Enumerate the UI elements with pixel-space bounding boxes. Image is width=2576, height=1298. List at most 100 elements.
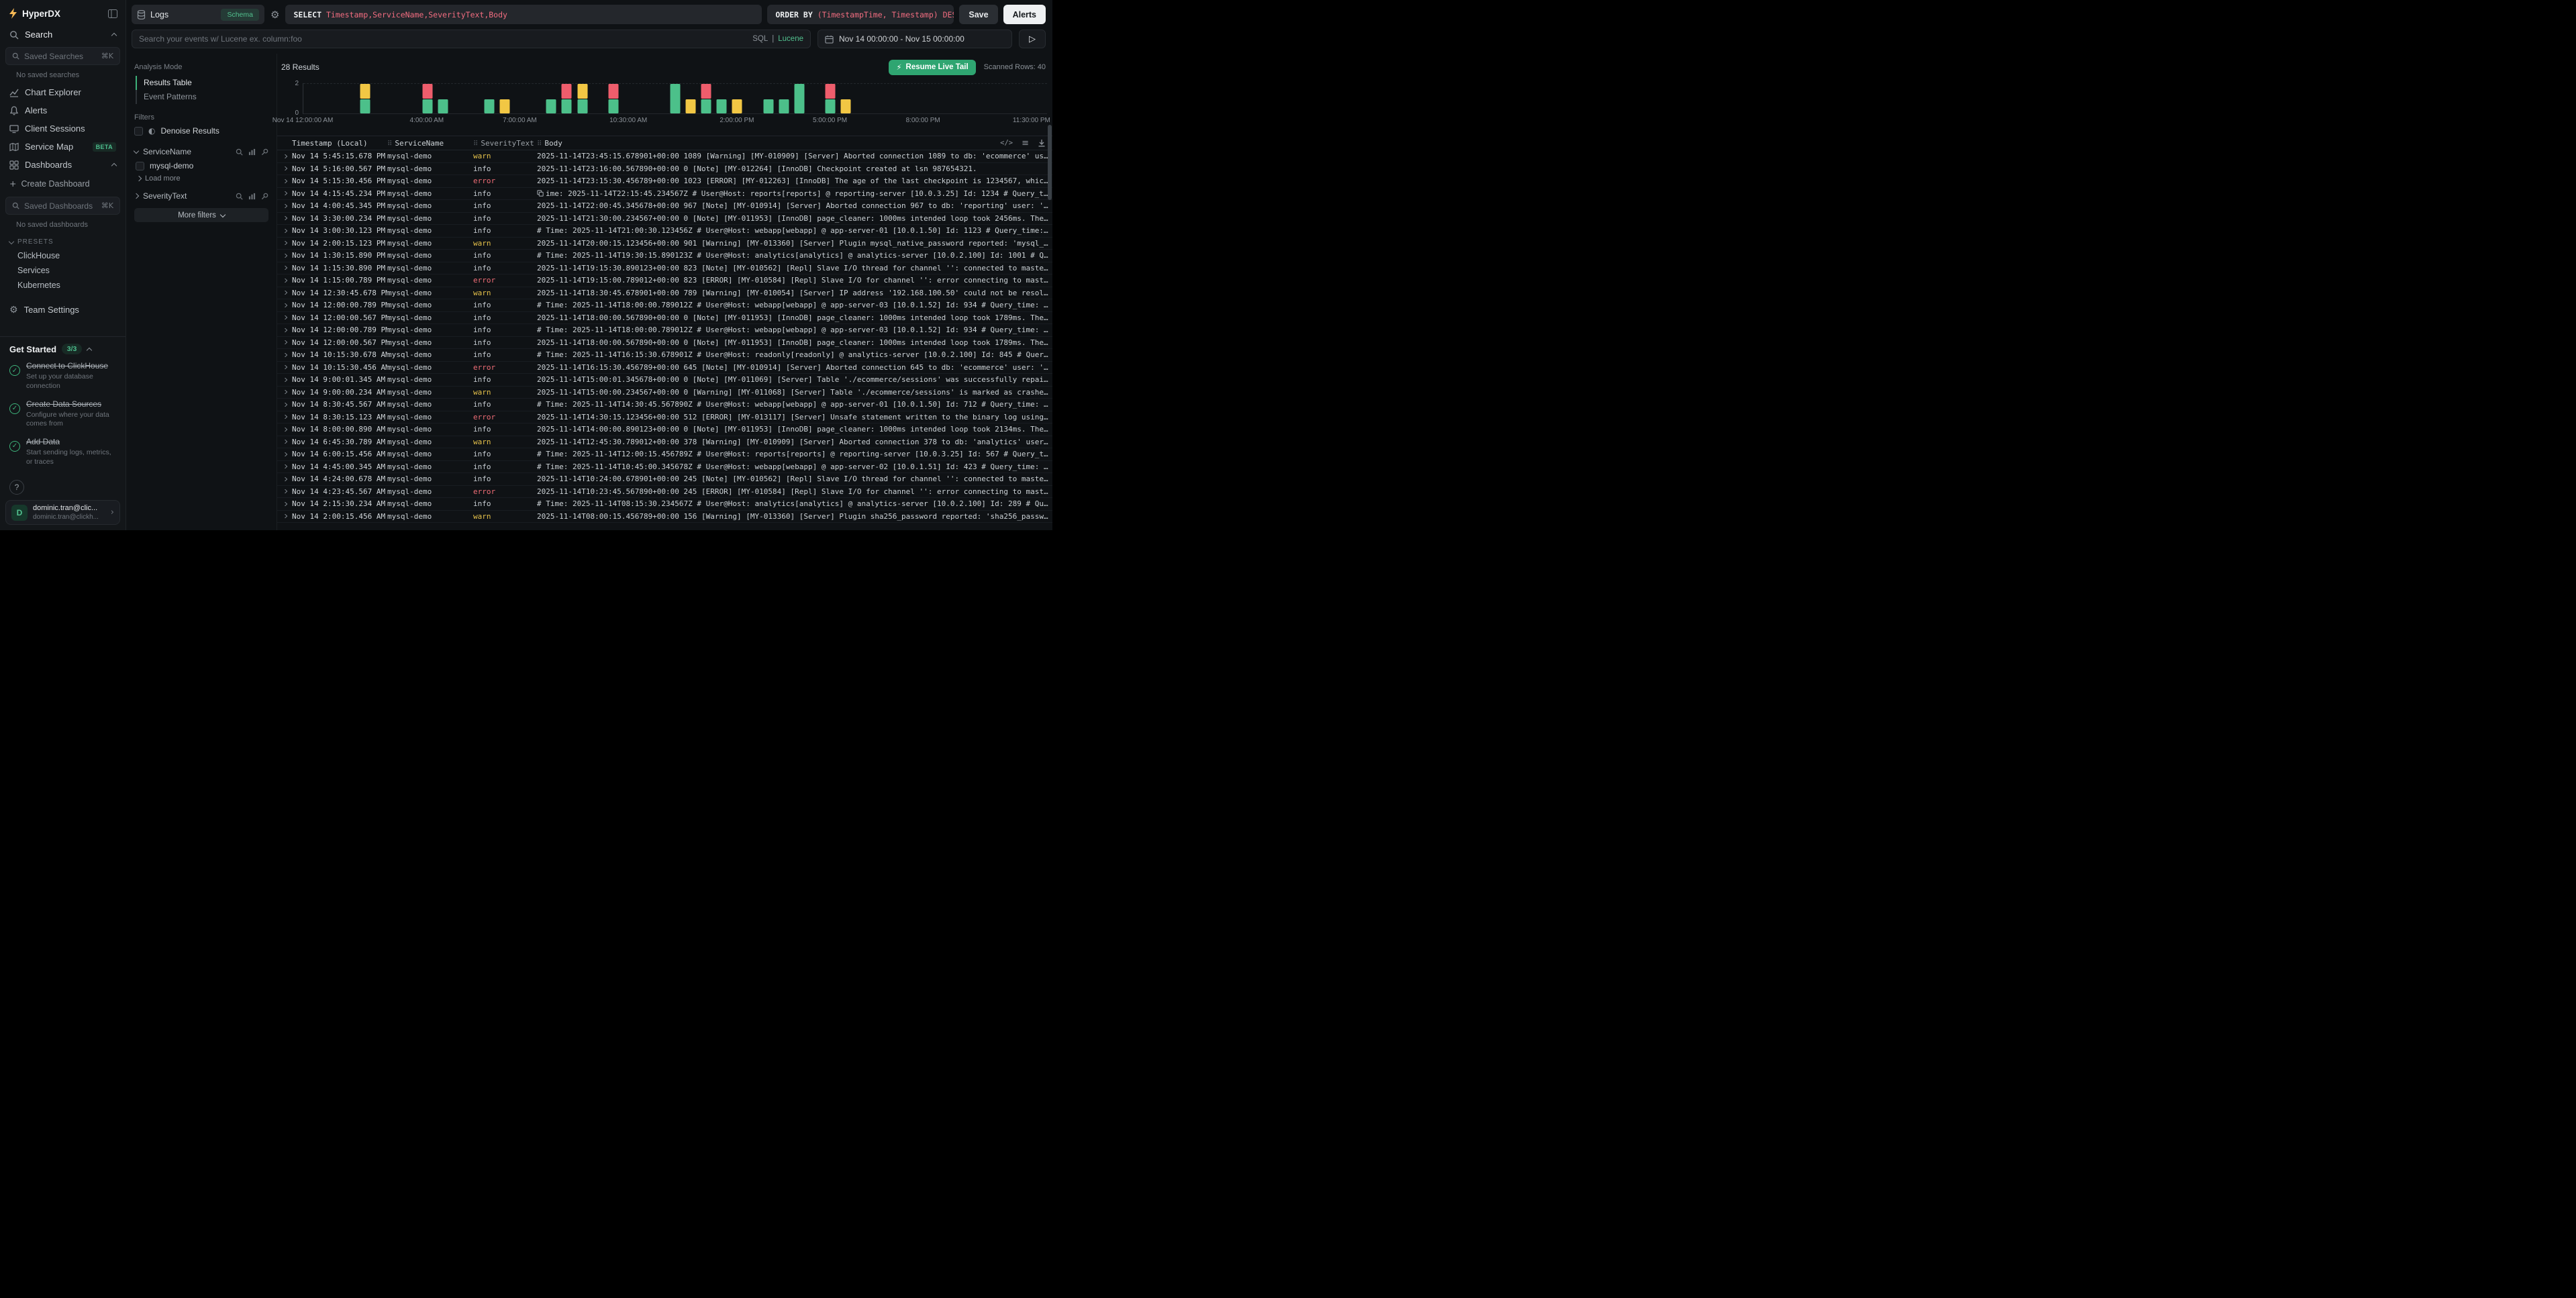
- row-expander[interactable]: [277, 241, 292, 245]
- table-row[interactable]: Nov 14 6:00:15.456 AM mysql-demo info # …: [277, 448, 1052, 461]
- row-expander[interactable]: [277, 204, 292, 208]
- facet-value-checkbox[interactable]: [136, 162, 144, 170]
- chart-bar[interactable]: [717, 83, 727, 113]
- code-view-icon[interactable]: </>: [1000, 139, 1013, 147]
- sidebar-preset-kubernetes[interactable]: Kubernetes: [0, 278, 126, 293]
- sidebar-item-dashboards[interactable]: Dashboards: [0, 156, 126, 174]
- chart-bar[interactable]: [562, 83, 572, 113]
- sidebar-item-client-sessions[interactable]: Client Sessions: [0, 119, 126, 138]
- table-row[interactable]: Nov 14 5:16:00.567 PM mysql-demo info 20…: [277, 163, 1052, 176]
- row-expander[interactable]: [277, 378, 292, 382]
- chart-bar[interactable]: [360, 83, 370, 113]
- drag-handle-icon[interactable]: ⠿: [537, 140, 542, 148]
- row-expander[interactable]: [277, 390, 292, 394]
- chart-bar[interactable]: [732, 83, 742, 113]
- row-expander[interactable]: [277, 440, 292, 444]
- table-row[interactable]: Nov 14 2:00:15.456 AM mysql-demo warn 20…: [277, 511, 1052, 523]
- facet-pin-icon[interactable]: [261, 193, 268, 200]
- row-expander[interactable]: [277, 415, 292, 419]
- query-language-toggle[interactable]: SQL | Lucene: [752, 35, 803, 43]
- table-row[interactable]: Nov 14 2:00:15.123 PM mysql-demo warn 20…: [277, 238, 1052, 250]
- chart-bar[interactable]: [608, 83, 618, 113]
- saved-dashboards-input[interactable]: Saved Dashboards ⌘K: [5, 197, 120, 215]
- mode-sql-label[interactable]: SQL: [752, 35, 768, 43]
- column-header-severitytext[interactable]: ⠿SeverityText: [473, 139, 537, 148]
- vertical-scrollbar[interactable]: [1048, 125, 1052, 200]
- chart-bar[interactable]: [577, 83, 587, 113]
- table-row[interactable]: Nov 14 12:30:45.678 PM mysql-demo warn 2…: [277, 287, 1052, 300]
- copy-icon[interactable]: [537, 190, 544, 197]
- mode-lucene-label[interactable]: Lucene: [778, 35, 803, 43]
- row-expander[interactable]: [277, 514, 292, 518]
- get-started-step[interactable]: ✓ Add Data Start sending logs, metrics, …: [9, 437, 116, 466]
- alerts-button[interactable]: Alerts: [1003, 5, 1046, 24]
- mode-event-patterns[interactable]: Event Patterns: [136, 90, 268, 104]
- resume-live-tail-button[interactable]: ⚡ Resume Live Tail: [889, 60, 975, 75]
- chart-bar[interactable]: [840, 83, 850, 113]
- row-expander[interactable]: [277, 315, 292, 319]
- date-range-picker[interactable]: Nov 14 00:00:00 - Nov 15 00:00:00: [818, 30, 1012, 48]
- get-started-step[interactable]: ✓ Create Data Sources Configure where yo…: [9, 399, 116, 429]
- chart-bar[interactable]: [763, 83, 773, 113]
- chart-bar[interactable]: [422, 83, 432, 113]
- table-row[interactable]: Nov 14 6:45:30.789 AM mysql-demo warn 20…: [277, 436, 1052, 449]
- table-row[interactable]: Nov 14 4:24:00.678 AM mysql-demo info 20…: [277, 473, 1052, 486]
- row-density-icon[interactable]: ≡: [1022, 138, 1029, 148]
- saved-searches-input[interactable]: Saved Searches ⌘K: [5, 47, 120, 65]
- mode-results-table[interactable]: Results Table: [136, 76, 268, 90]
- row-expander[interactable]: [277, 353, 292, 357]
- user-menu[interactable]: D dominic.tran@clic... dominic.tran@clic…: [5, 500, 120, 525]
- table-row[interactable]: Nov 14 3:30:00.234 PM mysql-demo info 20…: [277, 213, 1052, 226]
- save-button[interactable]: Save: [959, 5, 997, 24]
- chart-bar[interactable]: [825, 83, 835, 113]
- denoise-checkbox[interactable]: [134, 127, 143, 136]
- chart-bar[interactable]: [500, 83, 510, 113]
- event-search-box[interactable]: SQL | Lucene: [132, 30, 811, 48]
- create-dashboard-button[interactable]: + Create Dashboard: [0, 174, 126, 193]
- more-filters-button[interactable]: More filters: [134, 208, 268, 222]
- table-row[interactable]: Nov 14 1:15:30.890 PM mysql-demo info 20…: [277, 262, 1052, 275]
- row-expander[interactable]: [277, 191, 292, 195]
- sidebar-preset-clickhouse[interactable]: ClickHouse: [0, 248, 126, 263]
- row-expander[interactable]: [277, 502, 292, 506]
- table-row[interactable]: Nov 14 12:00:00.789 PM mysql-demo info #…: [277, 299, 1052, 312]
- chart-bar[interactable]: [686, 83, 696, 113]
- row-expander[interactable]: [277, 428, 292, 432]
- facet-search-icon[interactable]: [236, 193, 243, 200]
- presets-section-toggle[interactable]: PRESETS: [0, 233, 126, 248]
- row-expander[interactable]: [277, 229, 292, 233]
- table-row[interactable]: Nov 14 12:00:00.567 PM mysql-demo info 2…: [277, 312, 1052, 325]
- orderby-clause-input[interactable]: ORDER BY (TimestampTime, Timestamp) DESC: [767, 5, 954, 24]
- sidebar-item-team-settings[interactable]: ⚙ Team Settings: [0, 301, 126, 319]
- sidebar-item-search[interactable]: Search: [0, 26, 126, 44]
- row-expander[interactable]: [277, 365, 292, 369]
- table-row[interactable]: Nov 14 9:00:01.345 AM mysql-demo info 20…: [277, 374, 1052, 387]
- row-expander[interactable]: [277, 328, 292, 332]
- table-row[interactable]: Nov 14 4:00:45.345 PM mysql-demo info 20…: [277, 200, 1052, 213]
- row-expander[interactable]: [277, 254, 292, 258]
- source-selector[interactable]: Logs Schema: [132, 5, 264, 24]
- sidebar-collapse-icon[interactable]: [108, 9, 117, 18]
- table-row[interactable]: Nov 14 10:15:30.456 AM mysql-demo error …: [277, 362, 1052, 375]
- facet-servicename-header[interactable]: ServiceName: [134, 145, 268, 158]
- source-settings-gear-icon[interactable]: ⚙: [270, 9, 280, 21]
- table-row[interactable]: Nov 14 12:00:00.789 PM mysql-demo info #…: [277, 324, 1052, 337]
- chart-bar[interactable]: [546, 83, 556, 113]
- table-row[interactable]: Nov 14 2:15:30.234 AM mysql-demo info # …: [277, 498, 1052, 511]
- table-row[interactable]: Nov 14 8:30:45.567 AM mysql-demo info # …: [277, 399, 1052, 411]
- table-row[interactable]: Nov 14 5:15:30.456 PM mysql-demo error 2…: [277, 175, 1052, 188]
- row-expander[interactable]: [277, 216, 292, 220]
- run-query-button[interactable]: ▷: [1019, 30, 1046, 48]
- table-row[interactable]: Nov 14 4:45:00.345 AM mysql-demo info # …: [277, 461, 1052, 474]
- facet-chart-icon[interactable]: [248, 148, 256, 156]
- row-expander[interactable]: [277, 179, 292, 183]
- row-expander[interactable]: [277, 279, 292, 283]
- download-icon[interactable]: [1038, 139, 1046, 147]
- sidebar-item-chart-explorer[interactable]: Chart Explorer: [0, 83, 126, 101]
- facet-severitytext-header[interactable]: SeverityText: [134, 189, 268, 203]
- table-row[interactable]: Nov 14 1:15:00.789 PM mysql-demo error 2…: [277, 274, 1052, 287]
- row-expander[interactable]: [277, 340, 292, 344]
- column-header-body[interactable]: ⠿Body: [537, 139, 566, 148]
- chart-bar[interactable]: [671, 83, 681, 113]
- table-row[interactable]: Nov 14 8:30:15.123 AM mysql-demo error 2…: [277, 411, 1052, 424]
